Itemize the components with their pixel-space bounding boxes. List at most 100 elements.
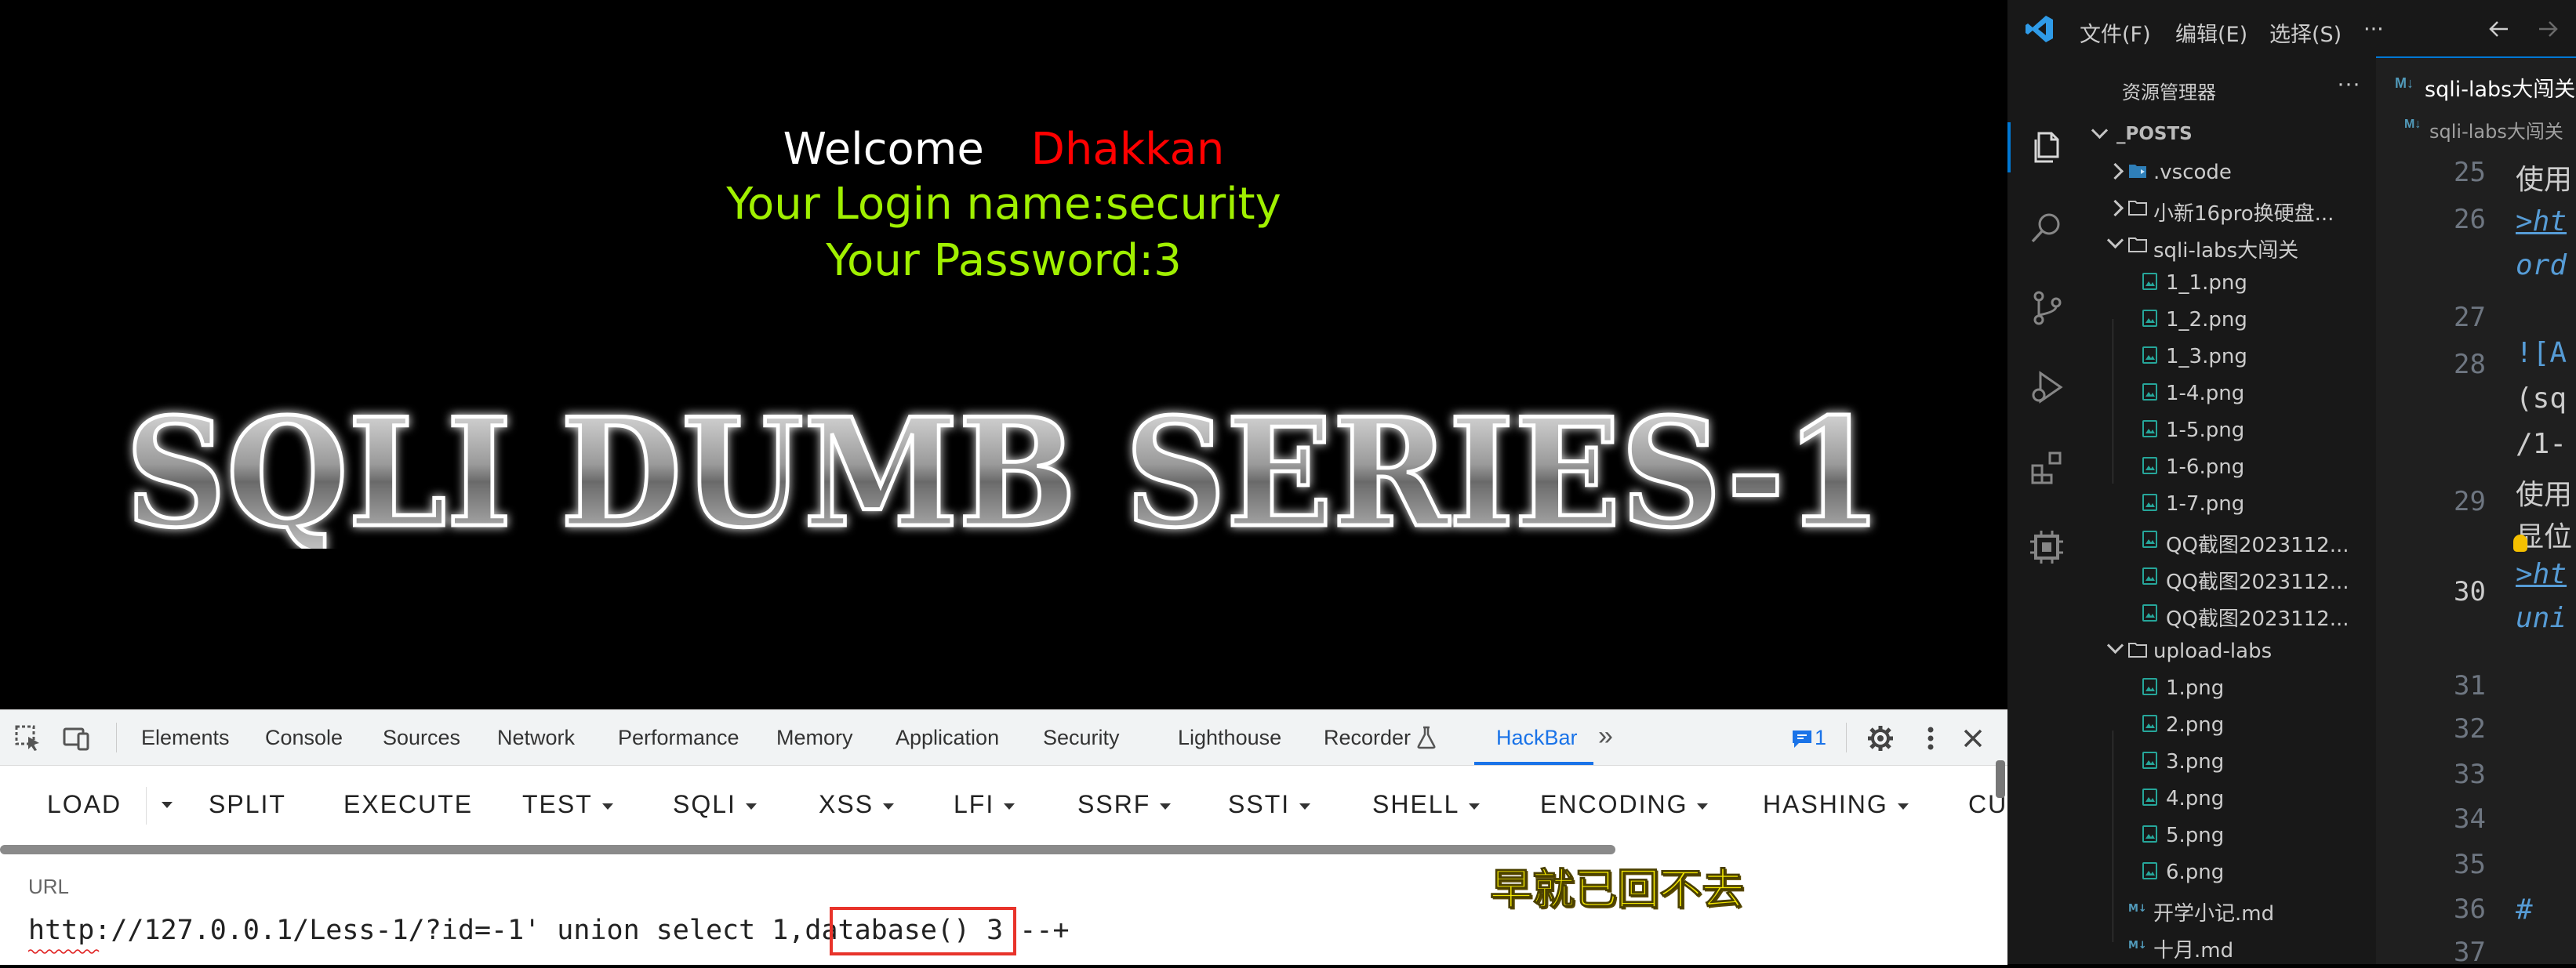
hackbar-horizontal-scrollbar[interactable]	[0, 845, 1615, 854]
tree-file[interactable]: 6.png	[2086, 853, 2376, 889]
encoding-menu-button[interactable]: ENCODING	[1540, 790, 1708, 819]
tree-item-label: 1.png	[2166, 676, 2224, 700]
tree-item-label: 十月.md	[2153, 934, 2233, 963]
image-file-icon	[2141, 457, 2160, 474]
shell-menu-button[interactable]: SHELL	[1372, 790, 1480, 819]
line-number: 27	[2415, 302, 2486, 333]
line-number: 36	[2415, 894, 2486, 925]
tree-file[interactable]: 1-7.png	[2086, 484, 2376, 520]
tab-performance[interactable]: Performance	[618, 726, 739, 750]
editor-tab-bar: M↓ sqli-labs大闯关	[2376, 56, 2576, 112]
tab-memory[interactable]: Memory	[776, 726, 853, 750]
more-tabs-icon[interactable]: »	[1598, 721, 1613, 752]
image-file-icon	[2141, 715, 2160, 732]
split-button[interactable]: SPLIT	[209, 790, 286, 819]
chevron-down-icon	[1697, 803, 1708, 810]
tree-item-label: QQ截图2023112...	[2166, 603, 2349, 631]
tree-folder[interactable]: .vscode	[2086, 153, 2376, 189]
tree-file[interactable]: M↓开学小记.md	[2086, 890, 2376, 926]
source-control-icon[interactable]	[2028, 288, 2066, 326]
ssrf-menu-button[interactable]: SSRF	[1077, 790, 1171, 819]
settings-gear-icon[interactable]	[1865, 723, 1896, 754]
devtools-scrollbar[interactable]	[1996, 760, 2005, 798]
titlebar: 文件(F) 编辑(E) 选择(S) ···	[2007, 0, 2576, 57]
sqli-label: SQLI	[673, 790, 736, 818]
tree-item-label: 开学小记.md	[2153, 897, 2274, 926]
tab-sources[interactable]: Sources	[383, 726, 460, 750]
test-menu-button[interactable]: TEST	[522, 790, 613, 819]
tab-network[interactable]: Network	[497, 726, 575, 750]
tree-file[interactable]: 1_1.png	[2086, 263, 2376, 299]
tree-file[interactable]: 1-4.png	[2086, 374, 2376, 410]
tree-file[interactable]: 1_3.png	[2086, 337, 2376, 373]
username-text: Dhakkan	[1031, 124, 1225, 175]
issues-icon[interactable]	[1791, 729, 1813, 749]
tree-file[interactable]: 1_2.png	[2086, 300, 2376, 336]
more-actions-icon[interactable]: ···	[2337, 71, 2360, 97]
tree-folder[interactable]: upload-labs	[2086, 632, 2376, 668]
tree-file[interactable]: 1.png	[2086, 669, 2376, 705]
issues-count[interactable]: 1	[1815, 726, 1826, 750]
editor-tab[interactable]: M↓ sqli-labs大闯关	[2376, 56, 2576, 113]
spellcheck-underline	[28, 948, 100, 955]
chip-extension-icon[interactable]	[2028, 528, 2066, 566]
execute-button[interactable]: EXECUTE	[343, 790, 473, 819]
run-debug-icon[interactable]	[2028, 368, 2066, 406]
kebab-menu-icon[interactable]	[1915, 723, 1946, 754]
tree-item-label: 6.png	[2166, 861, 2224, 884]
tree-file[interactable]: 1-5.png	[2086, 411, 2376, 447]
url-label: URL	[28, 875, 69, 899]
vscode-logo-icon	[2025, 14, 2055, 44]
tree-file[interactable]: QQ截图2023112...	[2086, 521, 2376, 557]
hashing-label: HASHING	[1763, 790, 1888, 818]
activity-bar	[2007, 56, 2087, 964]
sqli-menu-button[interactable]: SQLI	[673, 790, 757, 819]
lfi-menu-button[interactable]: LFI	[954, 790, 1015, 819]
breadcrumb[interactable]: M↓ sqli-labs大闯关	[2376, 111, 2576, 143]
tree-file[interactable]: QQ截图2023112...	[2086, 558, 2376, 594]
xss-label: XSS	[819, 790, 874, 818]
chevron-right-icon	[2107, 200, 2124, 216]
tab-console[interactable]: Console	[265, 726, 343, 750]
tab-hackbar[interactable]: HackBar	[1496, 726, 1578, 750]
tree-item-label: 1-7.png	[2166, 492, 2244, 516]
section-header-posts[interactable]: _POSTS	[2094, 124, 2193, 144]
menu-edit[interactable]: 编辑(E)	[2175, 17, 2247, 48]
device-toolbar-icon[interactable]	[61, 723, 93, 754]
forward-arrow-icon[interactable]	[2536, 17, 2560, 41]
xss-menu-button[interactable]: XSS	[819, 790, 894, 819]
inspect-element-icon[interactable]	[13, 723, 44, 754]
tab-elements[interactable]: Elements	[141, 726, 230, 750]
tree-folder[interactable]: 小新16pro换硬盘...	[2086, 190, 2376, 226]
tree-file[interactable]: 3.png	[2086, 742, 2376, 778]
tree-file[interactable]: M↓十月.md	[2086, 926, 2376, 963]
lightbulb-icon[interactable]	[2513, 535, 2527, 552]
load-button[interactable]: LOAD	[47, 790, 122, 819]
menu-file[interactable]: 文件(F)	[2080, 17, 2151, 48]
ssti-label: SSTI	[1228, 790, 1290, 818]
tab-title: sqli-labs大闯关	[2425, 72, 2575, 103]
tab-security[interactable]: Security	[1043, 726, 1120, 750]
chevron-down-icon	[1160, 803, 1171, 810]
tree-file[interactable]: 5.png	[2086, 816, 2376, 852]
tree-file[interactable]: 1-6.png	[2086, 448, 2376, 484]
hashing-menu-button[interactable]: HASHING	[1763, 790, 1909, 819]
ssti-menu-button[interactable]: SSTI	[1228, 790, 1310, 819]
tree-folder[interactable]: sqli-labs大闯关	[2086, 227, 2376, 263]
menu-more[interactable]: ···	[2363, 17, 2384, 42]
extensions-icon[interactable]	[2028, 448, 2066, 486]
tree-file[interactable]: 2.png	[2086, 705, 2376, 741]
line-number: 37	[2415, 937, 2486, 968]
search-icon[interactable]	[2028, 208, 2066, 246]
explorer-files-icon[interactable]	[2028, 129, 2066, 166]
banner-text: SQLI DUMB SERIES-1	[125, 392, 1882, 549]
load-dropdown-button[interactable]	[152, 789, 173, 818]
tree-file[interactable]: QQ截图2023112...	[2086, 595, 2376, 631]
tab-application[interactable]: Application	[896, 726, 999, 750]
close-icon[interactable]	[1957, 723, 1989, 754]
back-arrow-icon[interactable]	[2487, 17, 2511, 41]
tab-recorder[interactable]: Recorder	[1324, 726, 1411, 750]
tree-file[interactable]: 4.png	[2086, 779, 2376, 815]
menu-selection[interactable]: 选择(S)	[2269, 17, 2342, 48]
tab-lighthouse[interactable]: Lighthouse	[1178, 726, 1281, 750]
